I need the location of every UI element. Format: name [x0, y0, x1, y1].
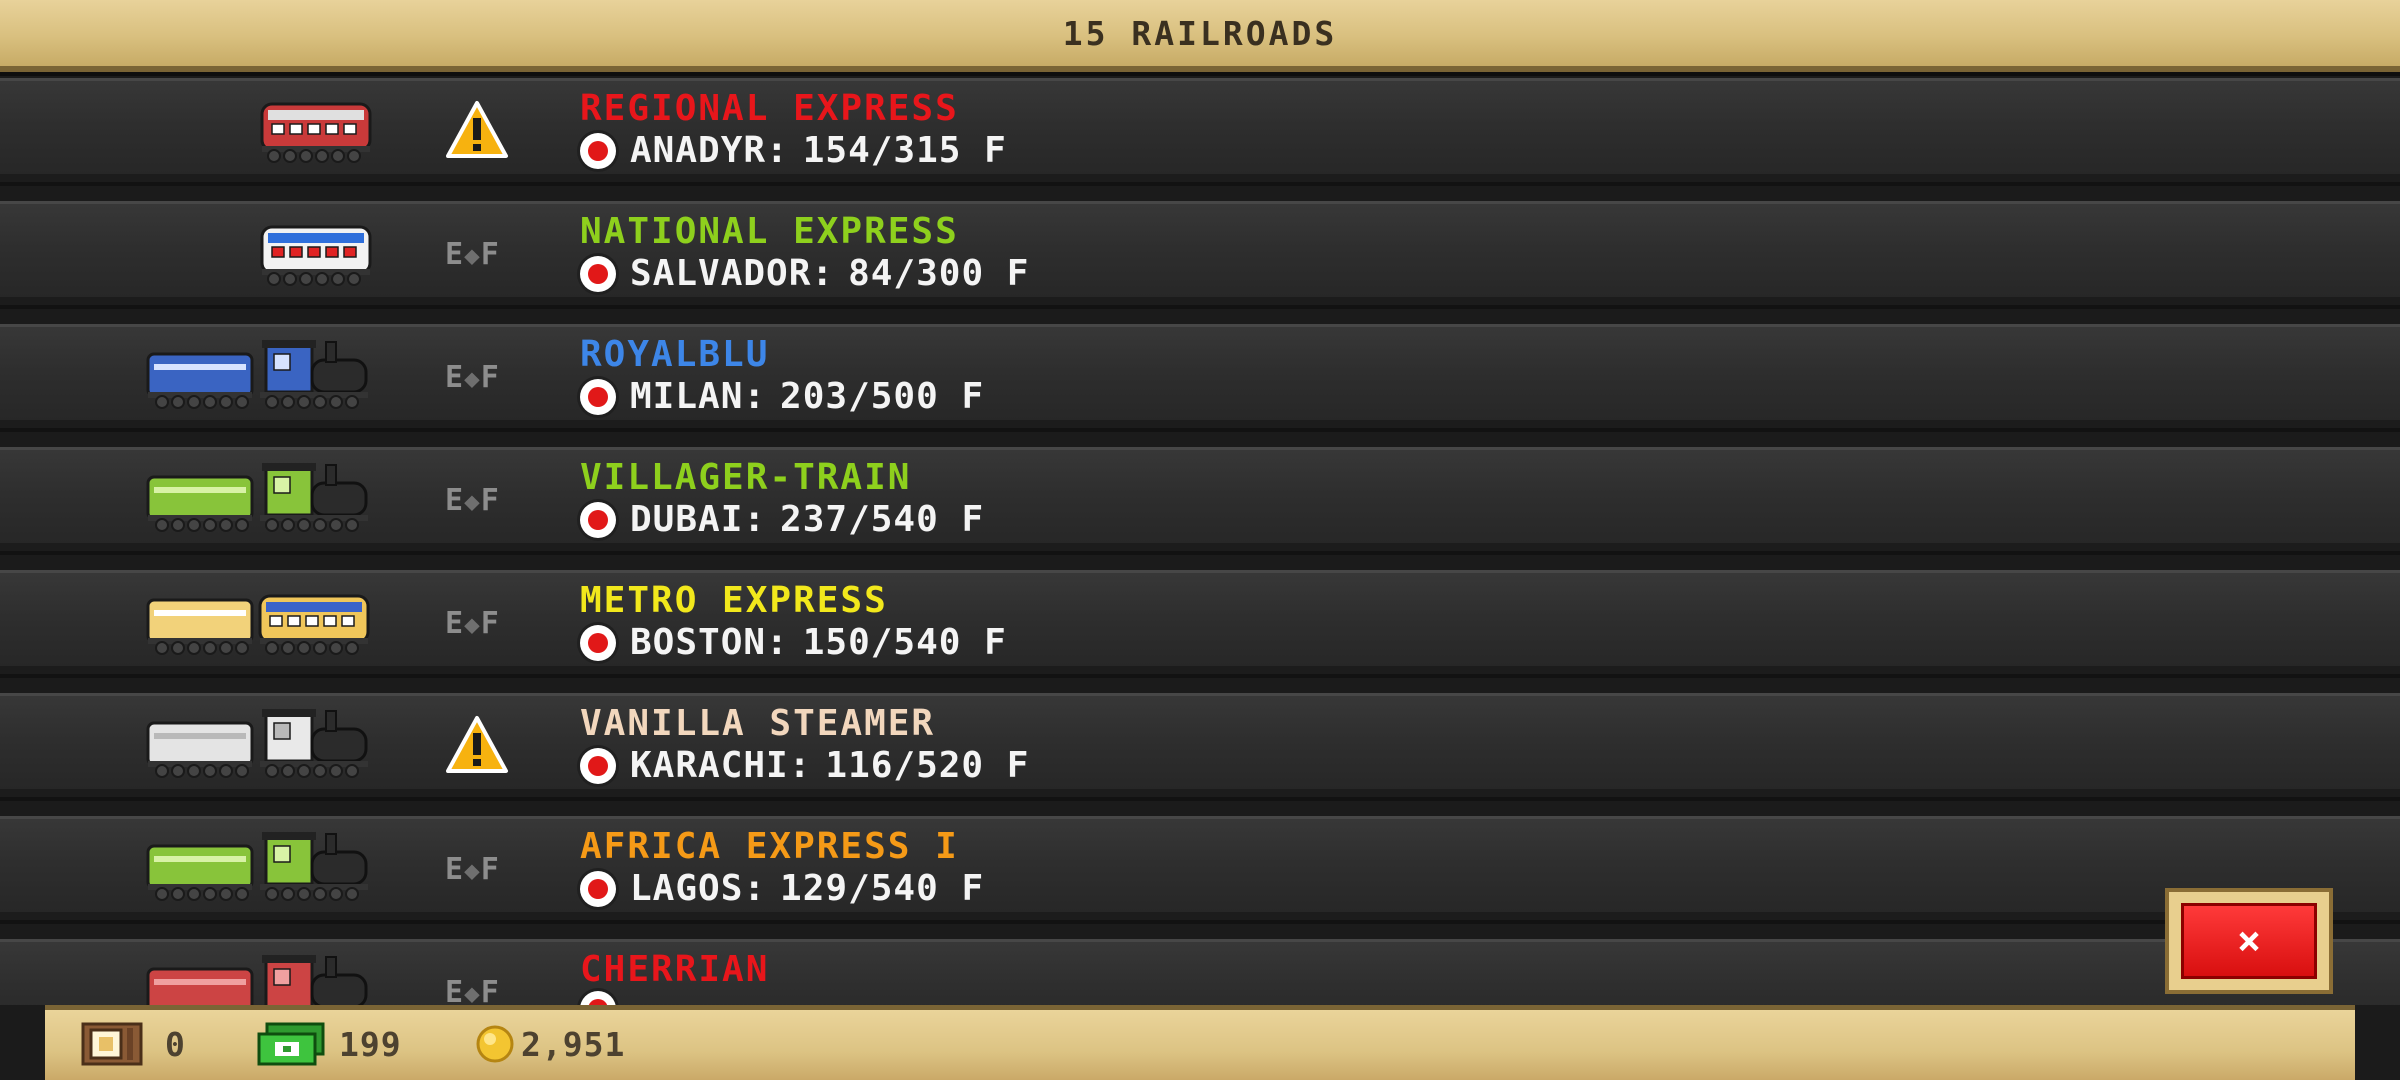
railroad-row[interactable]: E◆F METRO EXPRESS BOSTON: 150/540 F — [0, 570, 2400, 678]
route-city: LAGOS: — [630, 868, 767, 909]
railroad-row[interactable]: E◆F NATIONAL EXPRESS SALVADOR: 84/300 F — [0, 201, 2400, 309]
close-icon: × — [2181, 903, 2317, 979]
fuel-full-label: F — [480, 360, 500, 395]
railroad-row[interactable]: E◆F ROYALBLU MILAN: 203/500 F — [0, 324, 2400, 432]
fuel-gauge-icon: E◆F — [445, 606, 500, 641]
train-icon — [140, 953, 376, 1005]
route-capacity: 203/500 F — [780, 376, 985, 417]
route-name: VANILLA STEAMER — [580, 703, 936, 744]
crate-count: 0 — [165, 1025, 186, 1064]
crate-icon — [81, 1022, 143, 1066]
header-bar: 15 RAILROADS — [0, 0, 2400, 76]
train-icon — [140, 338, 376, 412]
resource-bar: 0 199 2,951 — [45, 1005, 2355, 1080]
cash-icon — [257, 1022, 325, 1066]
route-info: SALVADOR: 84/300 F — [580, 253, 1029, 294]
railroad-row[interactable]: REGIONAL EXPRESS ANADYR: 154/315 F — [0, 78, 2400, 186]
route-info: BOSTON: 150/540 F — [580, 622, 1007, 663]
railroad-row[interactable]: E◆F VILLAGER-TRAIN DUBAI: 237/540 F — [0, 447, 2400, 555]
coin-icon — [476, 1025, 514, 1063]
route-capacity: 150/540 F — [802, 622, 1007, 663]
fuel-full-label: F — [480, 852, 500, 887]
station-dot-icon — [580, 624, 616, 661]
fuel-empty-label: E — [445, 606, 465, 641]
page-title: 15 RAILROADS — [1062, 13, 1338, 53]
fuel-gauge-icon: E◆F — [445, 360, 500, 395]
route-info: KARACHI: 116/520 F — [580, 745, 1029, 786]
station-dot-icon — [580, 378, 616, 415]
train-icon — [140, 92, 376, 166]
route-capacity: 84/300 F — [848, 253, 1030, 294]
station-dot-icon — [580, 870, 616, 907]
train-icon — [140, 830, 376, 904]
route-city: DUBAI: — [630, 499, 767, 540]
route-info: LAGOS: 129/540 F — [580, 868, 984, 909]
route-city: KARACHI: — [630, 745, 812, 786]
railroad-row[interactable]: VANILLA STEAMER KARACHI: 116/520 F — [0, 693, 2400, 801]
route-name: METRO EXPRESS — [580, 580, 888, 621]
route-capacity: 129/540 F — [780, 868, 985, 909]
station-dot-icon — [580, 255, 616, 292]
route-name: REGIONAL EXPRESS — [580, 88, 959, 129]
route-city: BOSTON: — [630, 622, 789, 663]
railroad-row[interactable]: E◆F CHERRIAN — [0, 939, 2400, 1005]
warning-icon[interactable] — [445, 100, 509, 160]
station-dot-icon — [580, 747, 616, 784]
route-info: ANADYR: 154/315 F — [580, 130, 1007, 171]
train-icon — [140, 461, 376, 535]
train-icon — [140, 707, 376, 781]
route-name: AFRICA EXPRESS I — [580, 826, 959, 867]
station-dot-icon — [580, 132, 616, 169]
fuel-full-label: F — [480, 975, 500, 1005]
route-info — [580, 991, 644, 1005]
train-icon — [140, 584, 376, 658]
fuel-full-label: F — [480, 606, 500, 641]
fuel-empty-label: E — [445, 975, 465, 1005]
route-info: DUBAI: 237/540 F — [580, 499, 984, 540]
fuel-marker-icon: ◆ — [464, 979, 481, 1005]
train-icon — [140, 215, 376, 289]
route-name: NATIONAL EXPRESS — [580, 211, 959, 252]
fuel-empty-label: E — [445, 237, 465, 272]
station-dot-icon — [580, 501, 616, 538]
fuel-empty-label: E — [445, 483, 465, 518]
fuel-gauge-icon: E◆F — [445, 852, 500, 887]
fuel-gauge-icon: E◆F — [445, 483, 500, 518]
route-name: ROYALBLU — [580, 334, 770, 375]
warning-icon[interactable] — [445, 715, 509, 775]
fuel-gauge-icon: E◆F — [445, 975, 500, 1005]
route-capacity: 116/520 F — [825, 745, 1030, 786]
railroad-list[interactable]: REGIONAL EXPRESS ANADYR: 154/315 F E◆F NATIO… — [0, 78, 2400, 1005]
fuel-gauge-icon: E◆F — [445, 237, 500, 272]
route-name: CHERRIAN — [580, 949, 770, 990]
fuel-empty-label: E — [445, 360, 465, 395]
route-capacity: 154/315 F — [802, 130, 1007, 171]
route-name: VILLAGER-TRAIN — [580, 457, 912, 498]
fuel-full-label: F — [480, 483, 500, 518]
fuel-empty-label: E — [445, 852, 465, 887]
station-dot-icon — [580, 991, 616, 1005]
railroad-row[interactable]: E◆F AFRICA EXPRESS I LAGOS: 129/540 F — [0, 816, 2400, 924]
route-capacity: 237/540 F — [780, 499, 985, 540]
fuel-full-label: F — [480, 237, 500, 272]
route-city: ANADYR: — [630, 130, 789, 171]
close-button[interactable]: × — [2165, 888, 2333, 994]
fuel-marker-icon: ◆ — [464, 610, 481, 640]
fuel-marker-icon: ◆ — [464, 487, 481, 517]
route-city: MILAN: — [630, 376, 767, 417]
fuel-marker-icon: ◆ — [464, 241, 481, 271]
coin-amount: 2,951 — [521, 1025, 626, 1064]
fuel-marker-icon: ◆ — [464, 364, 481, 394]
route-city: SALVADOR: — [630, 253, 835, 294]
route-info: MILAN: 203/500 F — [580, 376, 984, 417]
cash-amount: 199 — [339, 1025, 402, 1064]
fuel-marker-icon: ◆ — [464, 856, 481, 886]
